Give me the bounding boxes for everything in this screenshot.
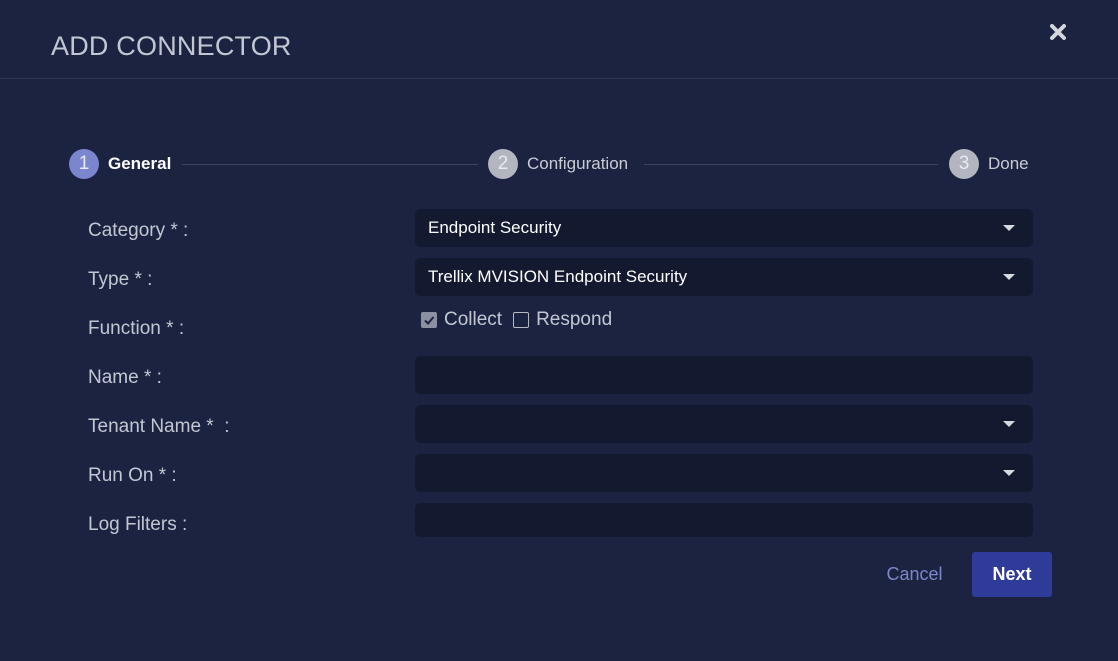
tenant-name-label: Tenant Name * : [88, 416, 230, 437]
step-number: 1 [69, 149, 99, 179]
run-on-label: Run On * : [88, 465, 177, 486]
chevron-down-icon [1003, 421, 1015, 427]
category-label: Category * : [88, 220, 189, 241]
category-select[interactable]: Endpoint Security [415, 209, 1033, 247]
chevron-down-icon [1003, 274, 1015, 280]
name-field-wrapper [415, 356, 1033, 394]
dialog-title: ADD CONNECTOR [51, 31, 292, 61]
log-filters-field-wrapper [415, 503, 1033, 537]
respond-checkbox[interactable] [513, 312, 530, 328]
step-done: 3 Done [949, 149, 1029, 179]
type-select[interactable]: Trellix MVISION Endpoint Security [415, 258, 1033, 296]
next-button[interactable]: Next [972, 552, 1052, 597]
collect-label: Collect [444, 309, 503, 330]
stepper: 1 General 2 Configuration 3 Done [69, 149, 1034, 181]
checkmark-icon [424, 316, 435, 325]
step-connector-line [644, 164, 938, 165]
close-button[interactable] [1047, 21, 1069, 43]
chevron-down-icon [1003, 225, 1015, 231]
respond-label: Respond [536, 309, 613, 330]
name-input[interactable] [428, 356, 1033, 394]
step-number: 2 [488, 149, 518, 179]
collect-checkbox[interactable] [421, 312, 437, 328]
tenant-name-select[interactable] [415, 405, 1033, 443]
step-label: General [108, 154, 172, 173]
run-on-select[interactable] [415, 454, 1033, 492]
type-value: Trellix MVISION Endpoint Security [428, 267, 688, 286]
dialog-header: ADD CONNECTOR [0, 0, 1118, 79]
log-filters-label: Log Filters : [88, 514, 188, 535]
name-label: Name * : [88, 367, 162, 388]
step-label: Done [988, 154, 1029, 173]
function-options: Collect Respond [421, 309, 623, 331]
chevron-down-icon [1003, 470, 1015, 476]
step-connector-line [182, 164, 478, 165]
close-icon [1050, 24, 1066, 40]
type-label: Type * : [88, 269, 153, 290]
category-value: Endpoint Security [428, 218, 562, 237]
cancel-button[interactable]: Cancel [872, 553, 957, 596]
function-label: Function * : [88, 318, 185, 339]
step-number: 3 [949, 149, 979, 179]
step-label: Configuration [527, 154, 629, 173]
step-general: 1 General [69, 149, 171, 179]
step-configuration: 2 Configuration [488, 149, 628, 179]
log-filters-input[interactable] [428, 503, 1033, 537]
